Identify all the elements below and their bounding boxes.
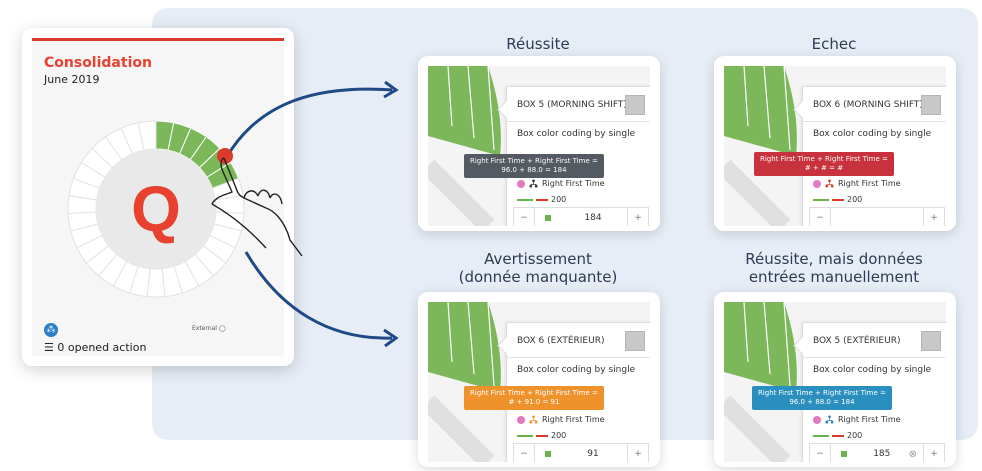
kpi-row[interactable]: Right First Time bbox=[517, 179, 605, 188]
panel-screen: BOX 5 (EXTÉRIEUR) Box color coding by si… bbox=[724, 302, 946, 462]
popover-divider bbox=[803, 121, 946, 122]
example-panel-4: BOX 5 (EXTÉRIEUR) Box color coding by si… bbox=[714, 292, 956, 467]
target-line-green bbox=[517, 434, 533, 437]
kpi-row[interactable]: Right First Time bbox=[517, 415, 605, 424]
target-line-green bbox=[813, 198, 829, 201]
label-manual-line2: entrées manuellement bbox=[748, 268, 920, 286]
hierarchy-icon bbox=[529, 415, 538, 424]
panel-screen: BOX 6 (EXTÉRIEUR) Box color coding by si… bbox=[428, 302, 650, 462]
box-title: BOX 6 (EXTÉRIEUR) bbox=[517, 336, 605, 346]
target-row: 200 bbox=[517, 431, 566, 440]
example-panel-1: BOX 5 (MORNING SHIFT) Box color coding b… bbox=[418, 56, 660, 231]
tooltip-formula: Right First Time + Right First Time = bbox=[760, 155, 888, 163]
hierarchy-icon bbox=[825, 179, 834, 188]
target-line-red bbox=[536, 434, 548, 437]
kpi-row[interactable]: Right First Time bbox=[813, 415, 901, 424]
decrement-button[interactable]: − bbox=[514, 208, 535, 226]
target-line-green bbox=[517, 198, 533, 201]
tooltip-result: 96.0 + 88.0 = 184 bbox=[501, 166, 567, 174]
box-description: Box color coding by single bbox=[813, 129, 932, 139]
tooltip-formula: Right First Time + Right First Time = bbox=[758, 389, 886, 397]
value-stepper[interactable]: − 184 + bbox=[513, 207, 649, 226]
box-title: BOX 6 (MORNING SHIFT) bbox=[813, 100, 923, 110]
target-row: 200 bbox=[813, 195, 862, 204]
label-warning-line2: (donnée manquante) bbox=[458, 268, 618, 286]
box-color-swatch[interactable] bbox=[921, 95, 941, 115]
target-value: 200 bbox=[847, 195, 863, 204]
tooltip-formula: Right First Time + Right First Time = bbox=[470, 389, 598, 397]
value-stepper[interactable]: − + bbox=[809, 207, 945, 226]
formula-tooltip: Right First Time + Right First Time = # … bbox=[754, 152, 894, 176]
panel-screen: BOX 5 (MORNING SHIFT) Box color coding b… bbox=[428, 66, 650, 226]
value-input[interactable]: 91 bbox=[559, 449, 627, 459]
target-value: 200 bbox=[551, 195, 567, 204]
target-line-red bbox=[832, 198, 844, 201]
panel-screen: BOX 6 (MORNING SHIFT) Box color coding b… bbox=[724, 66, 946, 226]
tooltip-formula: Right First Time + Right First Time = bbox=[470, 157, 598, 165]
target-row: 200 bbox=[517, 195, 566, 204]
target-line-red bbox=[832, 434, 844, 437]
value-stepper[interactable]: − 185 ⊗ + bbox=[809, 443, 945, 462]
arrow-bottom bbox=[244, 251, 393, 340]
label-success: Réussite bbox=[418, 35, 658, 53]
status-square bbox=[545, 215, 551, 221]
value-stepper[interactable]: − 91 + bbox=[513, 443, 649, 462]
increment-button[interactable]: + bbox=[627, 444, 648, 462]
decrement-button[interactable]: − bbox=[810, 444, 831, 462]
kpi-row[interactable]: Right First Time bbox=[813, 179, 901, 188]
kpi-label: Right First Time bbox=[838, 179, 901, 188]
value-input[interactable]: 185 bbox=[855, 449, 909, 459]
label-failure-text: Echec bbox=[811, 35, 857, 53]
hand-pointer-icon bbox=[211, 148, 303, 257]
box-color-swatch[interactable] bbox=[625, 331, 645, 351]
increment-button[interactable]: + bbox=[923, 208, 944, 226]
box-description: Box color coding by single bbox=[813, 365, 932, 375]
formula-tooltip: Right First Time + Right First Time = 96… bbox=[752, 386, 892, 410]
kpi-label: Right First Time bbox=[838, 415, 901, 424]
kpi-color-dot bbox=[517, 415, 525, 424]
kpi-color-dot bbox=[813, 179, 821, 188]
status-square bbox=[545, 451, 551, 457]
clear-icon[interactable]: ⊗ bbox=[909, 449, 917, 460]
label-failure: Echec bbox=[714, 35, 954, 53]
target-value: 200 bbox=[551, 431, 567, 440]
box-color-swatch[interactable] bbox=[625, 95, 645, 115]
formula-tooltip: Right First Time + Right First Time = 96… bbox=[464, 154, 604, 178]
label-success-text: Réussite bbox=[506, 35, 570, 53]
example-panel-2: BOX 6 (MORNING SHIFT) Box color coding b… bbox=[714, 56, 956, 231]
increment-button[interactable]: + bbox=[923, 444, 944, 462]
kpi-color-dot bbox=[517, 179, 525, 188]
label-manual: Réussite, mais données entrées manuelleme… bbox=[714, 250, 954, 286]
decrement-button[interactable]: − bbox=[810, 208, 831, 226]
popover-divider bbox=[507, 121, 650, 122]
kpi-label: Right First Time bbox=[542, 415, 605, 424]
value-input[interactable]: 184 bbox=[559, 213, 627, 223]
status-square bbox=[841, 451, 847, 457]
tooltip-result: # + # = # bbox=[804, 164, 844, 172]
box-description: Box color coding by single bbox=[517, 365, 636, 375]
popover-divider bbox=[803, 357, 946, 358]
target-value: 200 bbox=[847, 431, 863, 440]
label-warning: Avertissement (donnée manquante) bbox=[418, 250, 658, 286]
kpi-label: Right First Time bbox=[542, 179, 605, 188]
target-row: 200 bbox=[813, 431, 862, 440]
box-color-swatch[interactable] bbox=[921, 331, 941, 351]
box-description: Box color coding by single bbox=[517, 129, 636, 139]
kpi-color-dot bbox=[813, 415, 821, 424]
tooltip-result: 96.0 + 88.0 = 184 bbox=[789, 398, 855, 406]
hierarchy-icon bbox=[529, 179, 538, 188]
example-panel-3: BOX 6 (EXTÉRIEUR) Box color coding by si… bbox=[418, 292, 660, 467]
popover-divider bbox=[507, 357, 650, 358]
box-title: BOX 5 (MORNING SHIFT) bbox=[517, 100, 627, 110]
box-title: BOX 5 (EXTÉRIEUR) bbox=[813, 336, 901, 346]
label-manual-line1: Réussite, mais données bbox=[745, 250, 923, 268]
increment-button[interactable]: + bbox=[627, 208, 648, 226]
formula-tooltip: Right First Time + Right First Time = # … bbox=[464, 386, 604, 410]
target-line-green bbox=[813, 434, 829, 437]
label-warning-line1: Avertissement bbox=[484, 250, 592, 268]
target-line-red bbox=[536, 198, 548, 201]
hierarchy-icon bbox=[825, 415, 834, 424]
decrement-button[interactable]: − bbox=[514, 444, 535, 462]
tooltip-result: # + 91.0 = 91 bbox=[508, 398, 560, 406]
